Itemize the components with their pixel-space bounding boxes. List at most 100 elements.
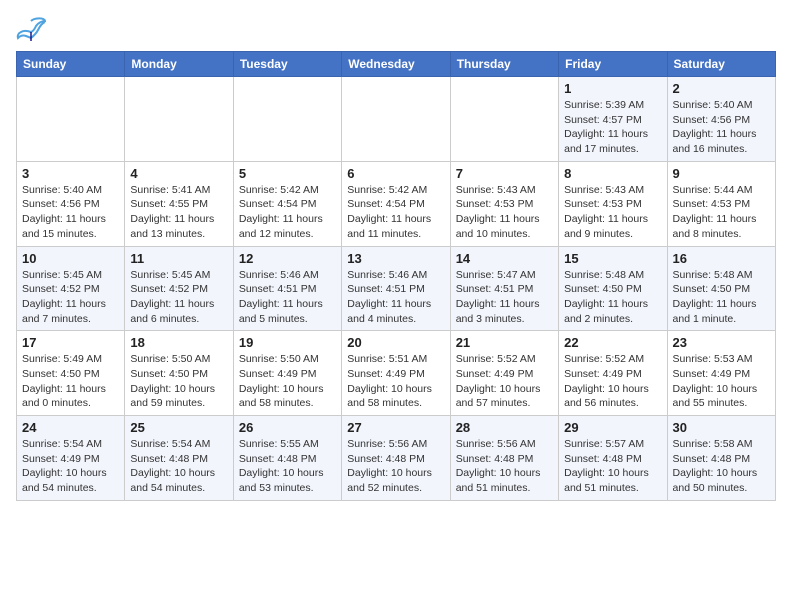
day-number: 22 [564,335,661,350]
day-number: 19 [239,335,336,350]
logo-bird-icon [16,16,46,41]
day-number: 23 [673,335,770,350]
calendar-cell: 11 Sunrise: 5:45 AMSunset: 4:52 PMDayligh… [125,246,233,331]
calendar-week-row: 3 Sunrise: 5:40 AMSunset: 4:56 PMDaylight… [17,161,776,246]
day-number: 21 [456,335,553,350]
day-number: 20 [347,335,444,350]
day-number: 14 [456,251,553,266]
day-number: 25 [130,420,227,435]
day-info: Sunrise: 5:45 AMSunset: 4:52 PMDaylight:… [130,268,227,327]
calendar-cell: 27Sunrise: 5:56 AMSunset: 4:48 PMDayligh… [342,416,450,501]
calendar-cell [233,77,341,162]
day-number: 4 [130,166,227,181]
calendar-cell: 20 Sunrise: 5:51 AMSunset: 4:49 PMDayligh… [342,331,450,416]
day-number: 2 [673,81,770,96]
day-info: Sunrise: 5:54 AMSunset: 4:48 PMDaylight:… [130,437,227,496]
calendar-cell: 1Sunrise: 5:39 AMSunset: 4:57 PMDaylight… [559,77,667,162]
weekday-header-wednesday: Wednesday [342,52,450,77]
page-header [16,16,776,41]
day-info: Sunrise: 5:48 AMSunset: 4:50 PMDaylight:… [673,268,770,327]
day-info: Sunrise: 5:39 AMSunset: 4:57 PMDaylight:… [564,98,661,157]
calendar-cell: 5Sunrise: 5:42 AMSunset: 4:54 PMDaylight… [233,161,341,246]
calendar-cell: 29 Sunrise: 5:57 AMSunset: 4:48 PMDayligh… [559,416,667,501]
day-info: Sunrise: 5:56 AMSunset: 4:48 PMDaylight:… [347,437,444,496]
weekday-header-sunday: Sunday [17,52,125,77]
calendar-cell: 30 Sunrise: 5:58 AMSunset: 4:48 PMDayligh… [667,416,775,501]
day-number: 12 [239,251,336,266]
calendar-cell: 3 Sunrise: 5:40 AMSunset: 4:56 PMDaylight… [17,161,125,246]
day-number: 30 [673,420,770,435]
calendar-cell: 18 Sunrise: 5:50 AMSunset: 4:50 PMDayligh… [125,331,233,416]
day-number: 9 [673,166,770,181]
day-info: Sunrise: 5:58 AMSunset: 4:48 PMDaylight:… [673,437,770,496]
calendar-week-row: 17 Sunrise: 5:49 AMSunset: 4:50 PMDayligh… [17,331,776,416]
weekday-header-thursday: Thursday [450,52,558,77]
calendar-week-row: 10Sunrise: 5:45 AMSunset: 4:52 PMDayligh… [17,246,776,331]
day-number: 28 [456,420,553,435]
day-info: Sunrise: 5:49 AMSunset: 4:50 PMDaylight:… [22,352,119,411]
calendar-cell [17,77,125,162]
day-info: Sunrise: 5:50 AMSunset: 4:50 PMDaylight:… [130,352,227,411]
calendar-cell: 4 Sunrise: 5:41 AMSunset: 4:55 PMDaylight… [125,161,233,246]
day-info: Sunrise: 5:42 AMSunset: 4:54 PMDaylight:… [347,183,444,242]
day-number: 24 [22,420,119,435]
calendar-week-row: 1Sunrise: 5:39 AMSunset: 4:57 PMDaylight… [17,77,776,162]
calendar-cell: 21 Sunrise: 5:52 AMSunset: 4:49 PMDayligh… [450,331,558,416]
calendar-header-row: SundayMondayTuesdayWednesdayThursdayFrid… [17,52,776,77]
calendar-table: SundayMondayTuesdayWednesdayThursdayFrid… [16,51,776,501]
day-info: Sunrise: 5:53 AMSunset: 4:49 PMDaylight:… [673,352,770,411]
calendar-cell: 24 Sunrise: 5:54 AMSunset: 4:49 PMDayligh… [17,416,125,501]
calendar-cell: 2Sunrise: 5:40 AMSunset: 4:56 PMDaylight… [667,77,775,162]
day-info: Sunrise: 5:54 AMSunset: 4:49 PMDaylight:… [22,437,119,496]
day-number: 16 [673,251,770,266]
day-info: Sunrise: 5:55 AMSunset: 4:48 PMDaylight:… [239,437,336,496]
day-info: Sunrise: 5:45 AMSunset: 4:52 PMDaylight:… [22,268,119,327]
day-number: 15 [564,251,661,266]
day-info: Sunrise: 5:51 AMSunset: 4:49 PMDaylight:… [347,352,444,411]
day-info: Sunrise: 5:50 AMSunset: 4:49 PMDaylight:… [239,352,336,411]
calendar-cell: 14Sunrise: 5:47 AMSunset: 4:51 PMDayligh… [450,246,558,331]
calendar-cell: 16 Sunrise: 5:48 AMSunset: 4:50 PMDayligh… [667,246,775,331]
day-info: Sunrise: 5:41 AMSunset: 4:55 PMDaylight:… [130,183,227,242]
calendar-cell: 22 Sunrise: 5:52 AMSunset: 4:49 PMDayligh… [559,331,667,416]
calendar-cell [125,77,233,162]
weekday-header-tuesday: Tuesday [233,52,341,77]
calendar-cell: 9 Sunrise: 5:44 AMSunset: 4:53 PMDaylight… [667,161,775,246]
day-info: Sunrise: 5:57 AMSunset: 4:48 PMDaylight:… [564,437,661,496]
day-number: 26 [239,420,336,435]
weekday-header-monday: Monday [125,52,233,77]
day-info: Sunrise: 5:52 AMSunset: 4:49 PMDaylight:… [456,352,553,411]
day-number: 17 [22,335,119,350]
calendar-cell: 13Sunrise: 5:46 AMSunset: 4:51 PMDayligh… [342,246,450,331]
weekday-header-friday: Friday [559,52,667,77]
day-number: 29 [564,420,661,435]
day-info: Sunrise: 5:44 AMSunset: 4:53 PMDaylight:… [673,183,770,242]
day-info: Sunrise: 5:43 AMSunset: 4:53 PMDaylight:… [456,183,553,242]
calendar-cell: 7 Sunrise: 5:43 AMSunset: 4:53 PMDaylight… [450,161,558,246]
logo [16,16,50,41]
calendar-cell: 26 Sunrise: 5:55 AMSunset: 4:48 PMDayligh… [233,416,341,501]
calendar-cell: 12 Sunrise: 5:46 AMSunset: 4:51 PMDayligh… [233,246,341,331]
calendar-cell: 19 Sunrise: 5:50 AMSunset: 4:49 PMDayligh… [233,331,341,416]
calendar-week-row: 24 Sunrise: 5:54 AMSunset: 4:49 PMDayligh… [17,416,776,501]
calendar-cell: 10Sunrise: 5:45 AMSunset: 4:52 PMDayligh… [17,246,125,331]
day-number: 6 [347,166,444,181]
day-info: Sunrise: 5:46 AMSunset: 4:51 PMDaylight:… [347,268,444,327]
day-number: 18 [130,335,227,350]
calendar-cell: 15 Sunrise: 5:48 AMSunset: 4:50 PMDayligh… [559,246,667,331]
day-number: 3 [22,166,119,181]
calendar-cell [450,77,558,162]
day-number: 8 [564,166,661,181]
calendar-cell: 28 Sunrise: 5:56 AMSunset: 4:48 PMDayligh… [450,416,558,501]
calendar-cell: 23 Sunrise: 5:53 AMSunset: 4:49 PMDayligh… [667,331,775,416]
calendar-cell: 8Sunrise: 5:43 AMSunset: 4:53 PMDaylight… [559,161,667,246]
day-info: Sunrise: 5:56 AMSunset: 4:48 PMDaylight:… [456,437,553,496]
day-info: Sunrise: 5:52 AMSunset: 4:49 PMDaylight:… [564,352,661,411]
weekday-header-saturday: Saturday [667,52,775,77]
calendar-cell: 6 Sunrise: 5:42 AMSunset: 4:54 PMDaylight… [342,161,450,246]
day-info: Sunrise: 5:46 AMSunset: 4:51 PMDaylight:… [239,268,336,327]
day-number: 11 [130,251,227,266]
day-number: 7 [456,166,553,181]
day-info: Sunrise: 5:48 AMSunset: 4:50 PMDaylight:… [564,268,661,327]
day-info: Sunrise: 5:40 AMSunset: 4:56 PMDaylight:… [22,183,119,242]
